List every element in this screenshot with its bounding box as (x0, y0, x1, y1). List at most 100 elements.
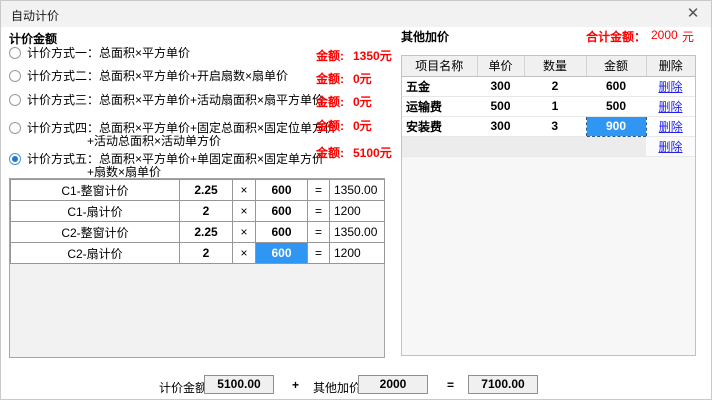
amount-cell[interactable] (586, 136, 646, 156)
qty-cell[interactable]: 2.25 (180, 222, 233, 243)
plus-sign: + (292, 378, 299, 392)
pricing-detail-table: C1-整窗计价 2.25 × 600 = 1350.00 C1-扇计价 2 × … (10, 179, 385, 264)
pricing-option-3[interactable]: 计价方式三：总面积×平方单价+活动扇面积×扇平方单价 (9, 94, 324, 106)
amount-value: 0元 (353, 117, 372, 134)
result-cell: 1350.00 (330, 222, 385, 243)
row-name-cell: C1-整窗计价 (11, 180, 180, 201)
row-name-cell: C2-扇计价 (11, 243, 180, 264)
amount-value: 5100元 (353, 144, 392, 161)
table-row: C2-扇计价 2 × 600 = 1200 (11, 243, 385, 264)
quantity-cell[interactable]: 3 (524, 116, 586, 136)
price-cell[interactable]: 600 (256, 201, 308, 222)
table-row: C2-整窗计价 2.25 × 600 = 1350.00 (11, 222, 385, 243)
summary-total-box[interactable]: 7100.00 (468, 375, 538, 394)
window-title: 自动计价 (11, 7, 59, 24)
item-name-cell[interactable]: 安装费 (402, 116, 477, 136)
pricing-detail-grid: C1-整窗计价 2.25 × 600 = 1350.00 C1-扇计价 2 × … (9, 178, 385, 358)
radio-selected-icon[interactable] (9, 153, 21, 165)
pricing-option-4[interactable]: 计价方式四：总面积×平方单价+固定总面积×固定位单方价 +活动总面积×活动单方价 (9, 122, 336, 147)
radio-icon[interactable] (9, 47, 21, 59)
delete-link[interactable]: 删除 (658, 80, 682, 94)
amount-cell-selected[interactable]: 900 (586, 116, 646, 136)
header-item-name: 项目名称 (402, 56, 477, 76)
item-name-cell[interactable]: 运输费 (402, 96, 477, 116)
quantity-cell[interactable]: 1 (524, 96, 586, 116)
qty-cell[interactable]: 2 (180, 201, 233, 222)
equals-sign: = (308, 180, 330, 201)
row-name-cell: C1-扇计价 (11, 201, 180, 222)
item-name-cell[interactable] (402, 136, 477, 156)
price-cell[interactable]: 600 (256, 222, 308, 243)
multiply-sign: × (233, 201, 256, 222)
pricing-option-1[interactable]: 计价方式一：总面积×平方单价 (9, 47, 190, 59)
pricing-option-5[interactable]: 计价方式五：总面积×平方单价+单固定面积×固定单方价 +扇数×扇单价 (9, 153, 324, 178)
option-2-amount: 金额: 0元 (316, 70, 344, 87)
option-3-amount: 金额: 0元 (316, 93, 344, 110)
unit-price-cell[interactable] (477, 136, 524, 156)
multiply-sign: × (233, 243, 256, 264)
header-amount: 金额 (586, 56, 646, 76)
result-cell: 1200 (330, 243, 385, 264)
result-cell: 1200 (330, 201, 385, 222)
pricing-option-2[interactable]: 计价方式二：总面积×平方单价+开启扇数×扇单价 (9, 70, 288, 82)
amount-value: 0元 (353, 70, 372, 87)
radio-icon[interactable] (9, 94, 21, 106)
summary-surcharge-label: 其他加价 (313, 379, 361, 396)
equals-sign: = (308, 222, 330, 243)
qty-cell[interactable]: 2 (180, 243, 233, 264)
unit-price-cell[interactable]: 500 (477, 96, 524, 116)
surcharge-total-label: 合计金额： (586, 28, 646, 45)
quantity-cell[interactable]: 2 (524, 76, 586, 96)
option-label: 计价方式五：总面积×平方单价+单固定面积×固定单方价 (27, 152, 324, 166)
amount-label: 金额: (316, 95, 344, 109)
table-row: 安装费 300 3 900 删除 (402, 116, 695, 136)
delete-link[interactable]: 删除 (659, 120, 683, 134)
table-row: 五金 300 2 600 删除 (402, 76, 695, 96)
option-label: 计价方式二：总面积×平方单价+开启扇数×扇单价 (27, 69, 288, 83)
auto-pricing-dialog: 自动计价 ✕ 计价金额 计价方式一：总面积×平方单价 金额: 1350元 计价方… (0, 0, 712, 400)
row-name-cell: C2-整窗计价 (11, 222, 180, 243)
equals-sign: = (308, 201, 330, 222)
unit-price-cell[interactable]: 300 (477, 76, 524, 96)
header-unit-price: 单价 (477, 56, 524, 76)
price-cell[interactable]: 600 (256, 180, 308, 201)
surcharge-total-value: 2000 (651, 28, 678, 42)
option-label: 计价方式一：总面积×平方单价 (27, 46, 190, 60)
option-1-amount: 金额: 1350元 (316, 47, 344, 64)
header-delete: 删除 (646, 56, 695, 76)
option-label-line2: +活动总面积×活动单方价 (87, 135, 336, 147)
amount-cell[interactable]: 500 (586, 96, 646, 116)
surcharge-grid: 项目名称 单价 数量 金额 删除 五金 300 2 600 删除 运输费 500… (401, 55, 696, 356)
table-header-row: 项目名称 单价 数量 金额 删除 (402, 56, 695, 76)
summary-pricing-box[interactable]: 5100.00 (204, 375, 274, 394)
multiply-sign: × (233, 222, 256, 243)
close-icon[interactable]: ✕ (683, 4, 703, 24)
header-quantity: 数量 (524, 56, 586, 76)
amount-cell[interactable]: 600 (586, 76, 646, 96)
qty-cell[interactable]: 2.25 (180, 180, 233, 201)
radio-icon[interactable] (9, 70, 21, 82)
equals-sign: = (447, 378, 454, 392)
amount-label: 金额: (316, 146, 344, 160)
titlebar: 自动计价 ✕ (1, 1, 711, 27)
table-row: C1-整窗计价 2.25 × 600 = 1350.00 (11, 180, 385, 201)
result-cell: 1350.00 (330, 180, 385, 201)
surcharge-total-unit: 元 (682, 28, 694, 45)
price-cell-selected[interactable]: 600 (256, 243, 308, 264)
pricing-section-title: 计价金额 (9, 30, 57, 47)
delete-link[interactable]: 删除 (658, 140, 682, 154)
radio-icon[interactable] (9, 122, 21, 134)
table-row: 运输费 500 1 500 删除 (402, 96, 695, 116)
unit-price-cell[interactable]: 300 (477, 116, 524, 136)
quantity-cell[interactable] (524, 136, 586, 156)
summary-surcharge-box[interactable]: 2000 (358, 375, 428, 394)
amount-label: 金额: (316, 49, 344, 63)
multiply-sign: × (233, 180, 256, 201)
option-label: 计价方式三：总面积×平方单价+活动扇面积×扇平方单价 (27, 93, 324, 107)
item-name-cell[interactable]: 五金 (402, 76, 477, 96)
amount-label: 金额: (316, 119, 344, 133)
table-row: C1-扇计价 2 × 600 = 1200 (11, 201, 385, 222)
delete-link[interactable]: 删除 (658, 100, 682, 114)
amount-value: 1350元 (353, 47, 392, 64)
summary-pricing-label: 计价金额 (159, 379, 207, 396)
